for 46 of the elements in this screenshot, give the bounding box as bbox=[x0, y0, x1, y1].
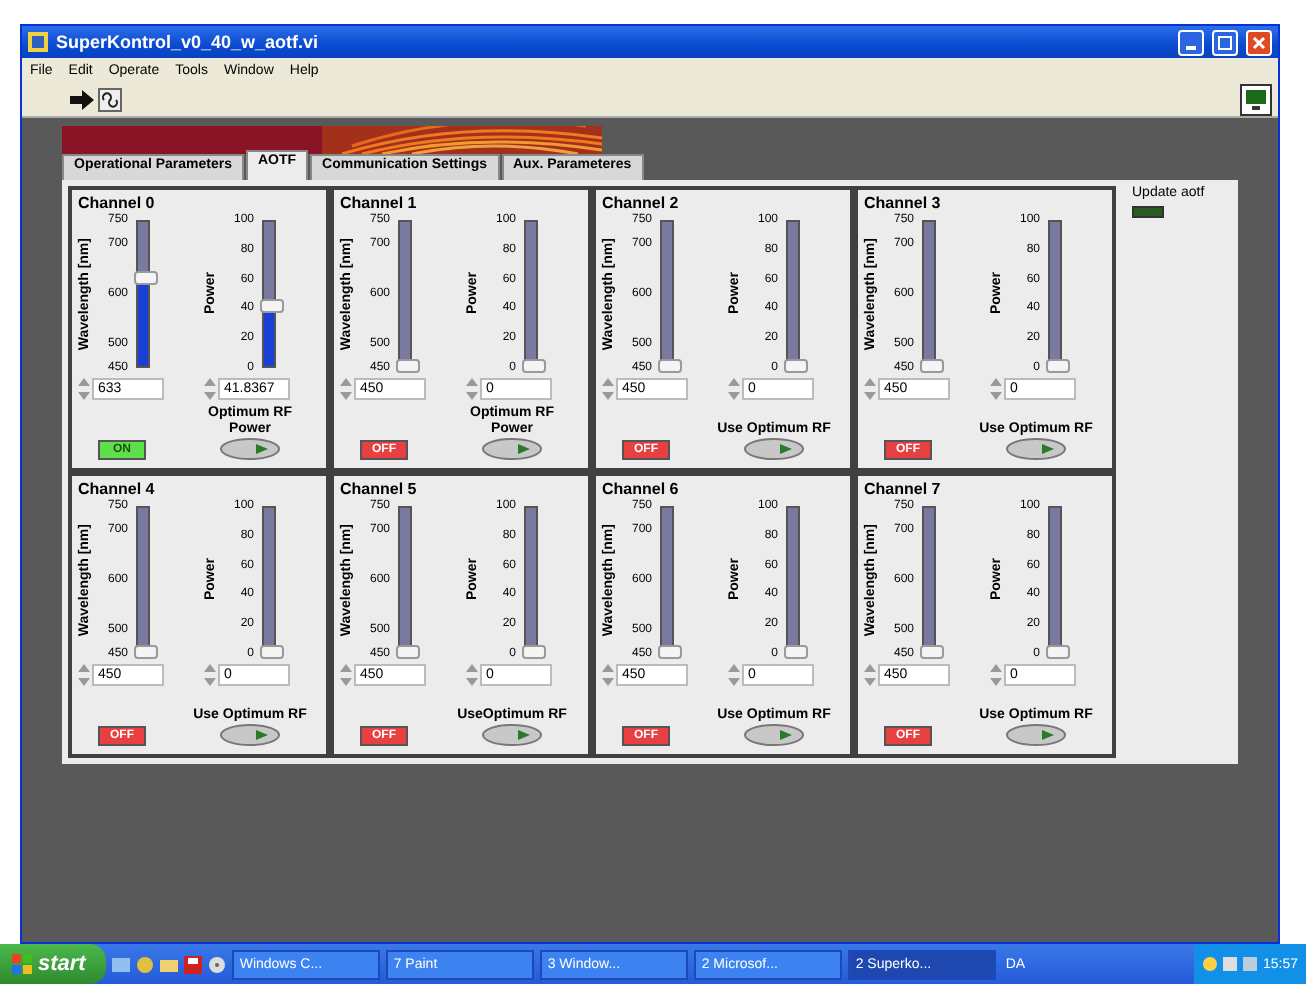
flag-icon bbox=[12, 954, 32, 974]
slider-thumb[interactable] bbox=[1046, 359, 1070, 373]
slider-thumb[interactable] bbox=[920, 645, 944, 659]
minimize-button[interactable] bbox=[1178, 29, 1204, 55]
slider-thumb[interactable] bbox=[522, 359, 546, 373]
channel-title: Channel 6 bbox=[602, 480, 681, 499]
channel-title: Channel 3 bbox=[864, 194, 943, 213]
slider-thumb[interactable] bbox=[522, 645, 546, 659]
maximize-icon bbox=[1218, 35, 1232, 49]
slider-thumb[interactable] bbox=[784, 359, 808, 373]
toggle-switch[interactable] bbox=[1006, 438, 1066, 460]
slider-thumb[interactable] bbox=[260, 645, 284, 659]
toggle-switch[interactable] bbox=[744, 438, 804, 460]
toggle-switch[interactable] bbox=[482, 438, 542, 460]
maximize-button[interactable] bbox=[1212, 29, 1238, 55]
slider-thumb[interactable] bbox=[658, 359, 682, 373]
channel-title: Channel 0 bbox=[78, 194, 157, 213]
slider-thumb[interactable] bbox=[920, 359, 944, 373]
toggle-switch[interactable] bbox=[220, 438, 280, 460]
disc-icon[interactable] bbox=[207, 955, 226, 973]
slider-thumb[interactable] bbox=[260, 298, 284, 313]
toggle-switch[interactable] bbox=[482, 724, 542, 746]
slider-thumb[interactable] bbox=[658, 645, 682, 659]
desktop-icon[interactable] bbox=[111, 955, 130, 973]
vi-icon bbox=[1240, 84, 1272, 116]
channel-title: Channel 1 bbox=[340, 194, 419, 213]
folder-icon[interactable] bbox=[159, 955, 178, 973]
channel-title: Channel 5 bbox=[340, 480, 419, 499]
toggle-switch[interactable] bbox=[744, 724, 804, 746]
app-icon bbox=[28, 32, 48, 52]
run-arrow-icon[interactable] bbox=[70, 89, 94, 109]
slider-thumb[interactable] bbox=[134, 271, 158, 286]
toggle-switch[interactable] bbox=[220, 724, 280, 746]
slider-thumb[interactable] bbox=[784, 645, 808, 659]
run-continuously-icon[interactable] bbox=[98, 87, 122, 111]
toggle-switch[interactable] bbox=[1006, 724, 1066, 746]
slider-thumb[interactable] bbox=[1046, 645, 1070, 659]
close-icon bbox=[1252, 35, 1266, 49]
channel-title: Channel 7 bbox=[864, 480, 943, 499]
close-button[interactable] bbox=[1246, 29, 1272, 55]
slider-thumb[interactable] bbox=[396, 359, 420, 373]
channel-title: Channel 2 bbox=[602, 194, 681, 213]
slider-thumb[interactable] bbox=[396, 645, 420, 659]
slider-thumb[interactable] bbox=[134, 645, 158, 659]
window-title: SuperKontrol_v0_40_w_aotf.vi bbox=[56, 32, 321, 52]
channel-title: Channel 4 bbox=[78, 480, 157, 499]
